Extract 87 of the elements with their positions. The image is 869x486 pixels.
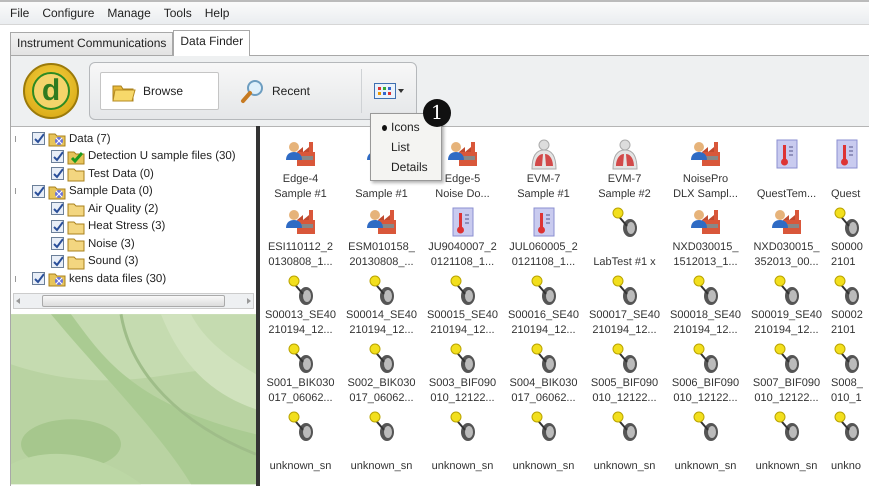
checkbox[interactable] (32, 132, 45, 146)
file-name[interactable]: QuestTem... (756, 172, 816, 202)
checkmark-icon (33, 273, 44, 284)
file-name[interactable]: Edge-5 Noise Do... (435, 172, 490, 202)
checkmark-icon (33, 186, 44, 197)
checkmark-icon (52, 256, 63, 267)
tree-item[interactable]: Noise (3) (88, 238, 135, 250)
menu-option[interactable]: Icons (371, 117, 423, 137)
browse-button[interactable]: Browse (100, 72, 219, 110)
recent-button[interactable]: Recent (228, 72, 322, 110)
file-name[interactable]: S0002 2101 (831, 308, 863, 338)
file-name[interactable]: S002_BIK030 017_06062... (348, 376, 416, 406)
file-name[interactable]: JU9040007_2 0121108_1... (428, 240, 497, 270)
file-name[interactable]: NXD030015_ 1512013_1... (672, 240, 739, 270)
tab[interactable]: Data Finder (173, 30, 250, 56)
file-name[interactable]: EVM-7 Sample #2 (598, 172, 651, 202)
view-mode-button[interactable] (372, 81, 406, 101)
file-name[interactable]: S00017_SE40 210194_12... (589, 308, 660, 338)
file-name[interactable]: EVM-7 Sample #1 (517, 172, 570, 202)
menu-item[interactable]: Manage (101, 4, 157, 22)
tree-item[interactable]: Test Data (0) (88, 168, 154, 180)
menu-item[interactable]: File (4, 4, 36, 22)
file-name[interactable]: unknown_sn (594, 444, 656, 474)
horizontal-scrollbar[interactable] (13, 292, 254, 308)
checkbox[interactable] (51, 254, 64, 268)
menu-item[interactable]: Configure (36, 4, 100, 22)
file-name[interactable]: S00015_SE40 210194_12... (427, 308, 498, 338)
file-name[interactable]: JUL060005_2 0121108_1... (509, 240, 578, 270)
checkmark-icon (52, 150, 63, 162)
checkbox[interactable] (51, 167, 64, 180)
file-name[interactable]: S00016_SE40 210194_12... (508, 308, 579, 338)
callout-badge: 1 (423, 99, 451, 127)
file-name[interactable]: S00019_SE40 210194_12... (751, 308, 822, 338)
menu-option[interactable]: Details (371, 157, 431, 177)
checkbox[interactable] (32, 272, 45, 286)
checkbox[interactable] (51, 150, 64, 163)
tree-item[interactable]: Heat Stress (3) (88, 220, 166, 232)
caret-icon (398, 89, 404, 93)
file-name[interactable]: ESI110112_2 0130808_1... (268, 240, 334, 270)
file-name[interactable]: S005_BIF090 010_12122... (590, 376, 658, 406)
file-name[interactable]: S0000 2101 (831, 240, 863, 270)
file-name[interactable]: unknown_sn (512, 444, 574, 474)
file-name[interactable]: S006_BIF090 010_12122... (672, 376, 740, 406)
file-name[interactable]: NoisePro DLX Sampl... (673, 172, 738, 202)
file-name[interactable]: S001_BIK030 017_06062... (266, 376, 334, 406)
menu-option[interactable]: List (371, 137, 413, 157)
file-name[interactable]: unknown_sn (674, 444, 736, 474)
file-name[interactable]: NXD030015_ 352013_00... (753, 240, 820, 270)
file-name[interactable]: unknown_sn (270, 444, 332, 474)
logo-button[interactable]: d (23, 63, 79, 119)
tree-item[interactable]: Air Quality (2) (88, 202, 158, 215)
checkbox[interactable] (51, 220, 64, 233)
checkmark-icon (52, 220, 63, 232)
file-name[interactable]: unknown_sn (756, 444, 818, 474)
checkmark-icon (52, 168, 63, 180)
file-name[interactable]: ESM010158_ 20130808_... (348, 240, 415, 270)
checkbox[interactable] (51, 237, 64, 250)
file-name[interactable]: S008_ 010_1 (831, 376, 863, 406)
checkbox[interactable] (51, 202, 64, 216)
file-name[interactable]: unkno (831, 444, 861, 474)
checkmark-icon (52, 238, 63, 250)
grid-view-icon (374, 83, 396, 99)
checkmark-icon (33, 133, 44, 144)
checkbox[interactable] (32, 184, 45, 198)
magnifier-icon (240, 78, 266, 104)
file-name[interactable]: S003_BIF090 010_12122... (428, 376, 496, 406)
menu-item[interactable]: Tools (158, 4, 198, 22)
checkmark-icon (52, 203, 63, 214)
file-name[interactable]: Edge-4 Sample #1 (274, 172, 327, 202)
file-name[interactable]: S00018_SE40 210194_12... (670, 308, 741, 338)
file-name[interactable]: S007_BIF090 010_12122... (752, 376, 820, 406)
tree-item[interactable]: Sample Data (0) (69, 185, 153, 198)
scroll-left-icon (14, 296, 22, 304)
tab[interactable]: Instrument Communications (10, 32, 174, 55)
file-name[interactable]: S004_BIK030 017_06062... (510, 376, 578, 406)
file-name[interactable]: Quest (831, 172, 860, 202)
menu-item[interactable]: Help (198, 4, 236, 22)
file-name[interactable]: unknown_sn (432, 444, 494, 474)
file-name[interactable]: unknown_sn (350, 444, 412, 474)
file-name[interactable]: S00014_SE40 210194_12... (346, 308, 417, 338)
file-name[interactable]: LabTest #1 x (593, 240, 656, 270)
tree-item[interactable]: Detection U sample files (30) (88, 150, 236, 162)
tree-item[interactable]: Sound (3) (88, 255, 139, 268)
file-name[interactable]: S00013_SE40 210194_12... (265, 308, 336, 338)
tree-item[interactable]: kens data files (30) (69, 272, 166, 285)
scroll-right-icon (245, 296, 253, 304)
tree-item[interactable]: Data (7) (69, 132, 111, 145)
